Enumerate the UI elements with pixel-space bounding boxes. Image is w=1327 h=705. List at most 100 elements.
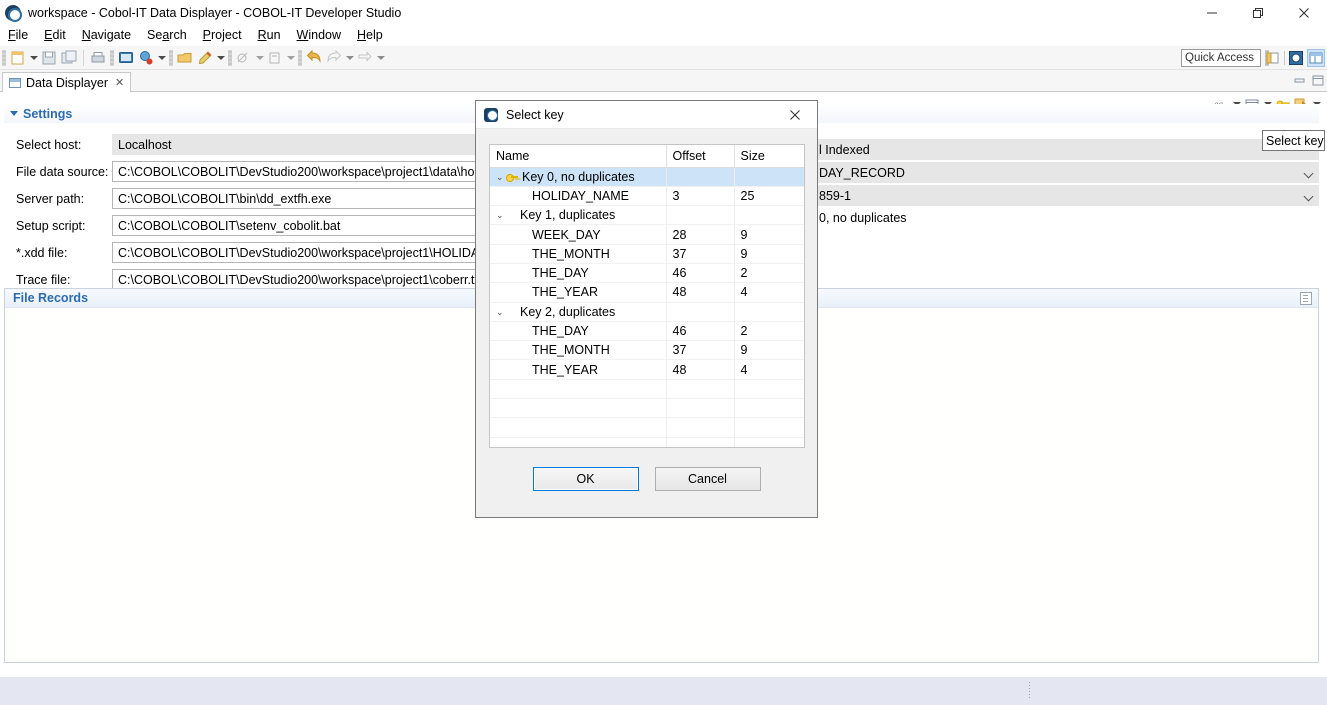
close-icon[interactable]: ✕ (115, 76, 124, 89)
data-displayer-perspective-icon[interactable] (1307, 49, 1325, 67)
key-tree-table[interactable]: Name Offset Size ⌄Key 0, no duplicates (489, 144, 805, 448)
save-all-icon[interactable] (60, 49, 78, 67)
open-perspective-icon[interactable] (1264, 49, 1282, 67)
next-dropdown-arrow[interactable] (375, 49, 386, 67)
chevron-down-icon[interactable]: ⌄ (496, 210, 506, 221)
chevron-down-icon[interactable]: ⌄ (496, 172, 506, 183)
table-row[interactable]: THE_MONTH 37 9 (490, 341, 804, 360)
chevron-down-icon[interactable] (1305, 170, 1313, 178)
tab-data-displayer[interactable]: Data Displayer ✕ (2, 72, 131, 92)
table-row[interactable]: THE_YEAR 48 4 (490, 283, 804, 302)
close-button[interactable] (1281, 0, 1327, 25)
table-row[interactable]: ⌄Key 1, duplicates (490, 206, 804, 225)
menu-edit[interactable]: Edit (36, 26, 74, 45)
print-icon[interactable] (89, 49, 107, 67)
organization-combo[interactable]: l Indexed (814, 139, 1319, 160)
table-row[interactable]: WEEK_DAY 28 9 (490, 225, 804, 244)
back-icon[interactable] (305, 49, 323, 67)
menu-help[interactable]: Help (349, 26, 391, 45)
empty-cell (666, 437, 734, 448)
organization-value: l Indexed (819, 143, 870, 157)
table-row[interactable]: THE_DAY 46 2 (490, 321, 804, 340)
table-row[interactable]: THE_MONTH 37 9 (490, 244, 804, 263)
menu-search[interactable]: Search (139, 26, 195, 45)
table-row[interactable]: HOLIDAY_NAME 3 25 (490, 186, 804, 205)
new-document-icon[interactable] (9, 49, 27, 67)
maximize-view-icon[interactable] (1312, 74, 1324, 86)
profile-dropdown-arrow[interactable] (285, 49, 296, 67)
row-name-cell: ⌄Key 0, no duplicates (490, 167, 666, 186)
toolbar-grip-2[interactable] (110, 50, 114, 66)
dialog-close-button[interactable] (773, 101, 817, 129)
label-select-host: Select host: (4, 138, 112, 152)
empty-cell (666, 399, 734, 418)
minimize-button[interactable] (1189, 0, 1235, 25)
row-size-cell: 9 (734, 341, 804, 360)
records-view-menu-icon[interactable] (1300, 292, 1312, 305)
next-icon[interactable] (356, 49, 374, 67)
menu-project[interactable]: Project (195, 26, 250, 45)
label-setup-script: Setup script: (4, 219, 112, 233)
cancel-button[interactable]: Cancel (655, 467, 761, 491)
debug-dropdown-arrow[interactable] (156, 49, 167, 67)
row-size-cell: 4 (734, 360, 804, 379)
table-row-empty (490, 379, 804, 398)
key-table-body: ⌄Key 0, no duplicates HOLIDAY_NAME 3 25 (490, 167, 804, 448)
chevron-down-icon[interactable] (10, 111, 18, 116)
minimize-view-icon[interactable] (1294, 74, 1306, 86)
row-offset-cell (666, 206, 734, 225)
ok-button[interactable]: OK (533, 467, 639, 491)
row-size-cell (734, 302, 804, 321)
perspective-switcher (1264, 49, 1325, 67)
table-row[interactable]: ⌄Key 0, no duplicates (490, 167, 804, 186)
column-header-size[interactable]: Size (734, 145, 804, 167)
forward-icon[interactable] (325, 49, 343, 67)
row-offset-cell: 28 (666, 225, 734, 244)
empty-cell (490, 418, 666, 437)
console-icon[interactable] (117, 49, 135, 67)
menu-bar: File Edit Navigate Search Project Run Wi… (0, 25, 1327, 46)
codepage-combo[interactable]: 859-1 (814, 185, 1319, 206)
quick-access-input[interactable]: Quick Access (1181, 49, 1261, 67)
empty-cell (734, 399, 804, 418)
restore-button[interactable] (1235, 0, 1281, 25)
chevron-down-icon[interactable]: ⌄ (496, 307, 506, 318)
row-label: HOLIDAY_NAME (496, 189, 629, 203)
toolbar-grip-3[interactable] (169, 50, 173, 66)
toolbar-grip[interactable] (2, 50, 6, 66)
status-bar-grip (1029, 682, 1030, 700)
window-controls (1189, 0, 1327, 25)
settings-title: Settings (23, 107, 72, 121)
chevron-down-icon[interactable] (1305, 193, 1313, 201)
empty-cell (490, 379, 666, 398)
column-header-name[interactable]: Name (490, 145, 666, 167)
row-offset-cell: 46 (666, 263, 734, 282)
back-dropdown-arrow[interactable] (344, 49, 355, 67)
menu-run[interactable]: Run (250, 26, 289, 45)
skip-breakpoints-icon[interactable] (235, 49, 253, 67)
run-icon[interactable] (196, 49, 214, 67)
toolbar-grip-4[interactable] (228, 50, 232, 66)
menu-navigate[interactable]: Navigate (74, 26, 139, 45)
menu-file[interactable]: File (0, 26, 36, 45)
record-name-combo[interactable]: DAY_RECORD (814, 162, 1319, 183)
row-label: THE_YEAR (496, 285, 598, 299)
row-label: THE_MONTH (496, 343, 610, 357)
run-external-icon[interactable] (176, 49, 194, 67)
column-header-offset[interactable]: Offset (666, 145, 734, 167)
cobol-perspective-icon[interactable] (1287, 49, 1305, 67)
skip-dropdown-arrow[interactable] (254, 49, 265, 67)
new-dropdown-arrow[interactable] (28, 49, 39, 67)
dialog-title-bar: Select key (476, 101, 817, 129)
save-icon[interactable] (40, 49, 58, 67)
row-offset-cell (666, 302, 734, 321)
table-row[interactable]: ⌄Key 2, duplicates (490, 302, 804, 321)
table-row[interactable]: THE_YEAR 48 4 (490, 360, 804, 379)
menu-window[interactable]: Window (289, 26, 349, 45)
run-dropdown-arrow[interactable] (215, 49, 226, 67)
toolbar-grip-5[interactable] (298, 50, 302, 66)
table-row[interactable]: THE_DAY 46 2 (490, 263, 804, 282)
debug-icon[interactable] (137, 49, 155, 67)
profile-icon[interactable] (266, 49, 284, 67)
codepage-value: 859-1 (819, 189, 851, 203)
